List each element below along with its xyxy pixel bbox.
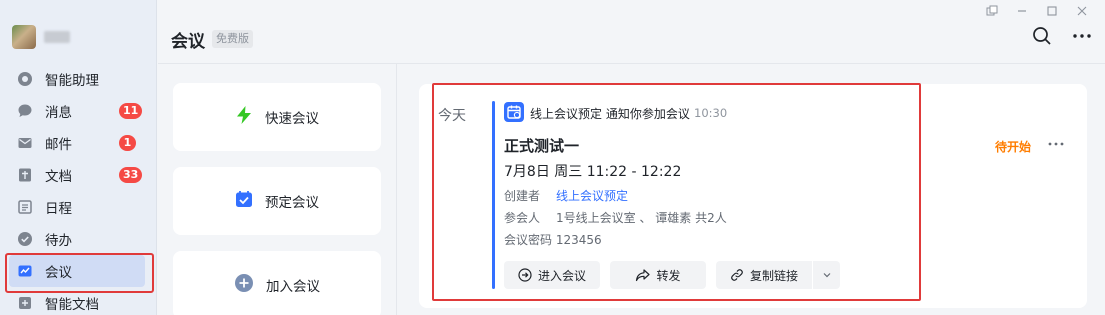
sidebar-item-todo[interactable]: 待办: [0, 223, 157, 255]
calendar-check-icon: [235, 190, 253, 212]
search-button[interactable]: [1032, 26, 1052, 50]
assistant-icon: [17, 71, 33, 87]
chevron-down-icon: [823, 273, 830, 278]
more-icon: [1073, 34, 1091, 38]
plan-badge: 免费版: [212, 30, 253, 48]
enter-meeting-button[interactable]: 进入会议: [504, 261, 600, 289]
pin-window-button[interactable]: [977, 2, 1007, 20]
creator-link[interactable]: 线上会议预定: [556, 187, 628, 204]
window-controls: [977, 2, 1097, 20]
sidebar-item-label: 日程: [45, 201, 72, 217]
sidebar-item-assistant[interactable]: 智能助理: [0, 63, 157, 95]
notification-text: 线上会议预定 通知你参加会议: [530, 107, 690, 121]
button-label: 进入会议: [537, 268, 586, 283]
sidebar-item-docs[interactable]: 文档 33: [0, 159, 157, 191]
sidebar-item-smart-docs[interactable]: 智能文档: [0, 287, 157, 315]
maximize-button[interactable]: [1037, 2, 1067, 20]
sidebar-item-label: 智能助理: [45, 73, 99, 89]
link-icon: [730, 268, 744, 282]
sidebar-item-label: 会议: [45, 265, 72, 281]
sidebar-item-label: 智能文档: [45, 297, 99, 313]
docs-icon: [17, 167, 33, 183]
enter-icon: [518, 268, 532, 282]
meeting-icon: [17, 263, 33, 279]
maximize-icon: [1047, 6, 1057, 16]
day-label: 今天: [438, 108, 466, 124]
forward-button[interactable]: 转发: [610, 261, 706, 289]
sidebar-nav: 智能助理 消息 11 邮件 1 文档 33 日程 待办 会议 智能文档: [0, 63, 157, 315]
attendees-value: 1号线上会议室 、 谭雄素 共2人: [556, 211, 727, 225]
copy-link-button[interactable]: 复制链接: [716, 261, 812, 289]
close-icon: [1077, 6, 1087, 16]
mail-icon: [17, 135, 33, 151]
sidebar-item-label: 待办: [45, 233, 72, 249]
unread-badge: 11: [119, 103, 143, 119]
calendar-icon: [17, 199, 33, 215]
search-icon: [1033, 27, 1051, 45]
calendar-notify-icon: [504, 102, 524, 122]
sidebar-item-label: 消息: [45, 105, 72, 121]
button-label: 转发: [656, 268, 681, 283]
message-icon: [17, 103, 33, 119]
lightning-icon: [235, 105, 253, 129]
todo-icon: [17, 231, 33, 247]
quick-meeting-button[interactable]: 快速会议: [173, 83, 381, 151]
action-label: 加入会议: [266, 279, 320, 295]
button-label: 复制链接: [749, 268, 798, 283]
smart-doc-icon: [17, 295, 33, 311]
attendees-label: 参会人: [504, 211, 541, 225]
page-title: 会议: [171, 32, 205, 52]
more-options-button[interactable]: [1072, 28, 1092, 48]
meeting-title[interactable]: 正式测试一: [504, 135, 579, 156]
avatar[interactable]: [12, 25, 36, 49]
sidebar-item-label: 邮件: [45, 137, 72, 153]
sidebar-item-calendar[interactable]: 日程: [0, 191, 157, 223]
unread-badge: 33: [119, 167, 143, 183]
minimize-icon: [1018, 10, 1026, 12]
close-button[interactable]: [1067, 2, 1097, 20]
user-profile[interactable]: [12, 25, 70, 49]
copy-options-dropdown[interactable]: [813, 261, 840, 289]
sidebar-item-meetings[interactable]: 会议: [9, 255, 145, 287]
creator-label: 创建者: [504, 189, 541, 203]
schedule-meeting-button[interactable]: 预定会议: [173, 167, 381, 235]
column-divider: [396, 64, 397, 315]
join-meeting-button[interactable]: 加入会议: [173, 251, 381, 315]
status-badge: 待开始: [995, 140, 1032, 154]
sidebar-item-mail[interactable]: 邮件 1: [0, 127, 157, 159]
meeting-more-button[interactable]: [1048, 135, 1064, 151]
meeting-time: 7月8日 周三 11:22 - 12:22: [504, 164, 682, 180]
username-redacted: [44, 31, 70, 43]
notification-time: 10:30: [694, 106, 728, 120]
plus-circle-icon: [234, 273, 254, 297]
sidebar: 智能助理 消息 11 邮件 1 文档 33 日程 待办 会议 智能文档: [0, 0, 157, 315]
more-icon: [1048, 142, 1064, 146]
share-icon: [635, 268, 651, 282]
sidebar-item-label: 文档: [45, 169, 72, 185]
meeting-password: 会议密码 123456: [504, 233, 602, 247]
action-label: 快速会议: [265, 111, 319, 127]
meeting-accent-bar: [492, 101, 495, 289]
action-label: 预定会议: [265, 195, 319, 211]
header-divider: [158, 63, 1105, 64]
unread-badge: 1: [119, 135, 136, 151]
sidebar-item-messages[interactable]: 消息 11: [0, 95, 157, 127]
pin-icon: [986, 5, 998, 16]
minimize-button[interactable]: [1007, 2, 1037, 20]
